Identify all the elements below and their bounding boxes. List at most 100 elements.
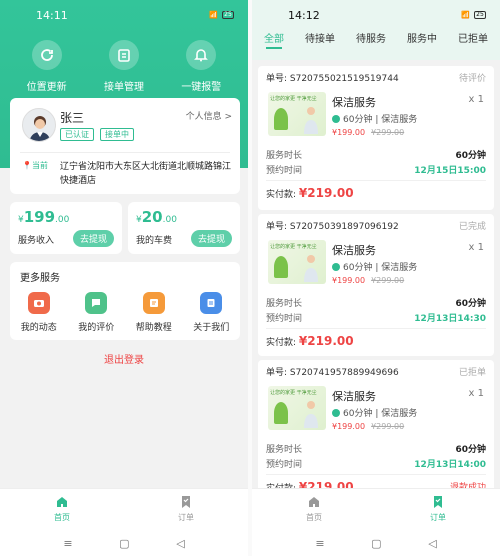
divider <box>20 152 230 153</box>
time-label: 预约时间 <box>266 460 303 470</box>
service-meta-text: 60分钟 | 保洁服务 <box>343 409 418 419</box>
car-fee-card: ¥20.00 我的车费 去提现 <box>128 202 240 254</box>
thumbnail-text: 让您的家更 干净无尘 <box>270 96 317 102</box>
wifi-icon: 📶 <box>461 11 470 19</box>
income-decimal: .00 <box>55 215 70 225</box>
order-card[interactable]: 单号: S720750391897096192 已完成 让您的家更 干净无尘 保… <box>258 214 494 356</box>
service-income-label: 服务收入 <box>18 236 55 246</box>
appointment-time: 12月13日14:00 <box>414 460 486 470</box>
pay-amount: ¥219.00 <box>298 186 354 200</box>
tab-pending-service[interactable]: 待服务 <box>356 30 386 54</box>
bell-icon <box>186 40 217 70</box>
cleaner-image <box>304 107 318 134</box>
service-meta-text: 60分钟 | 保洁服务 <box>343 115 418 125</box>
cleaner-image <box>304 255 318 282</box>
service-income-amount: ¥199.00 <box>18 208 69 226</box>
quantity: x 1 <box>468 242 484 253</box>
location-badge: 📍 当前 <box>22 160 48 171</box>
plant-image <box>274 256 288 278</box>
battery-icon: 25 <box>474 11 486 19</box>
divider <box>266 328 486 329</box>
order-card[interactable]: 单号: S720755021519519744 待评价 让您的家更 干净无尘 保… <box>258 66 494 210</box>
price-original: ¥299.00 <box>371 276 405 285</box>
tab-in-service[interactable]: 服务中 <box>407 30 437 54</box>
personal-info-link[interactable]: 个人信息 > <box>186 109 232 122</box>
tab-orders-label: 订单 <box>178 513 194 522</box>
order-status: 待评价 <box>458 74 486 84</box>
tab-pending-accept[interactable]: 待接单 <box>305 30 335 54</box>
duration-value: 60分钟 <box>455 299 486 309</box>
menu-icon[interactable]: ≡ <box>63 537 72 550</box>
home-button-icon[interactable]: ▢ <box>119 537 129 550</box>
car-fee-label: 我的车费 <box>136 236 173 246</box>
orders-screen: 14:12 📶 25 全部 待接单 待服务 服务中 已拒单 单号: S72075… <box>252 0 500 556</box>
service-title: 保洁服务 <box>332 244 376 257</box>
order-card[interactable]: 单号: S720741957889949696 已拒单 让您的家更 干净无尘 保… <box>258 360 494 500</box>
clock-icon <box>332 114 340 123</box>
withdraw-car-fee-button[interactable]: 去提现 <box>190 230 232 247</box>
avatar <box>22 108 56 142</box>
withdraw-income-button[interactable]: 去提现 <box>72 230 114 247</box>
divider <box>266 474 486 475</box>
tab-home[interactable]: 首页 <box>252 489 376 529</box>
pay-label: 实付款: <box>266 190 297 200</box>
accepting-orders-badge: 接单中 <box>100 128 134 141</box>
tab-orders[interactable]: 订单 <box>376 489 500 529</box>
location-update-button[interactable]: 位置更新 <box>12 40 82 93</box>
my-reviews-label: 我的评价 <box>78 323 115 333</box>
duration-value: 60分钟 <box>455 445 486 455</box>
plant-image <box>274 108 288 130</box>
my-reviews-button[interactable]: 我的评价 <box>78 292 114 333</box>
current-address: 辽宁省沈阳市大东区大北街道北顺城路锦江快捷酒店 <box>60 162 232 186</box>
service-thumbnail: 让您的家更 干净无尘 <box>268 92 326 136</box>
menu-icon[interactable]: ≡ <box>315 537 324 550</box>
duration-row: 服务时长 60分钟 <box>266 442 486 455</box>
location-pin-icon: 📍 <box>22 161 32 170</box>
system-navigation-bar: ≡ ▢ ◁ <box>252 529 500 556</box>
status-bar: 14:12 📶 25 <box>252 0 500 30</box>
more-services-card: 更多服务 我的动态 我的评价 帮助教程 关于我们 <box>10 262 240 340</box>
home-icon <box>57 497 67 507</box>
my-moments-button[interactable]: 我的动态 <box>21 292 57 333</box>
divider <box>266 180 486 181</box>
appointment-time: 12月15日15:00 <box>414 166 486 176</box>
order-number: 单号: S720750391897096192 <box>266 222 399 232</box>
system-navigation-bar: ≡ ▢ ◁ <box>0 529 248 556</box>
logout-button[interactable]: 退出登录 <box>0 351 248 366</box>
tab-orders[interactable]: 订单 <box>124 489 248 529</box>
home-button-icon[interactable]: ▢ <box>371 537 381 550</box>
tab-home[interactable]: 首页 <box>0 489 124 529</box>
time-row: 预约时间 12月13日14:30 <box>266 311 486 324</box>
tab-rejected[interactable]: 已拒单 <box>458 30 488 54</box>
time-row: 预约时间 12月13日14:00 <box>266 457 486 470</box>
service-meta: 60分钟 | 保洁服务 <box>332 406 417 419</box>
payment: 实付款: ¥219.00 <box>266 186 354 200</box>
service-meta-text: 60分钟 | 保洁服务 <box>343 263 418 273</box>
price: ¥199.00 ¥299.00 <box>332 276 404 285</box>
about-us-button[interactable]: 关于我们 <box>193 292 229 333</box>
thumbnail-text: 让您的家更 干净无尘 <box>270 244 317 250</box>
help-tutorial-button[interactable]: 帮助教程 <box>136 292 172 333</box>
price-original: ¥299.00 <box>371 422 405 431</box>
tab-all[interactable]: 全部 <box>264 30 284 54</box>
price-current: ¥199.00 <box>332 128 366 137</box>
duration-value: 60分钟 <box>455 151 486 161</box>
back-icon[interactable]: ◁ <box>176 537 184 550</box>
emergency-alarm-button[interactable]: 一键报警 <box>166 40 236 93</box>
wifi-icon: 📶 <box>209 11 218 19</box>
tab-home-label: 首页 <box>306 513 322 522</box>
order-status: 已完成 <box>458 222 486 232</box>
info-icon <box>200 292 223 314</box>
service-meta: 60分钟 | 保洁服务 <box>332 112 417 125</box>
clock-icon <box>332 262 340 271</box>
car-fee-decimal: .00 <box>162 215 177 225</box>
status-icons: 📶 25 <box>209 11 234 19</box>
order-management-button[interactable]: 接单管理 <box>89 40 159 93</box>
price-current: ¥199.00 <box>332 422 366 431</box>
service-title: 保洁服务 <box>332 390 376 403</box>
location-update-label: 位置更新 <box>26 82 67 93</box>
camera-icon <box>27 292 50 314</box>
order-number: 单号: S720741957889949696 <box>266 368 399 378</box>
back-icon[interactable]: ◁ <box>428 537 436 550</box>
pay-amount: ¥219.00 <box>298 334 354 348</box>
